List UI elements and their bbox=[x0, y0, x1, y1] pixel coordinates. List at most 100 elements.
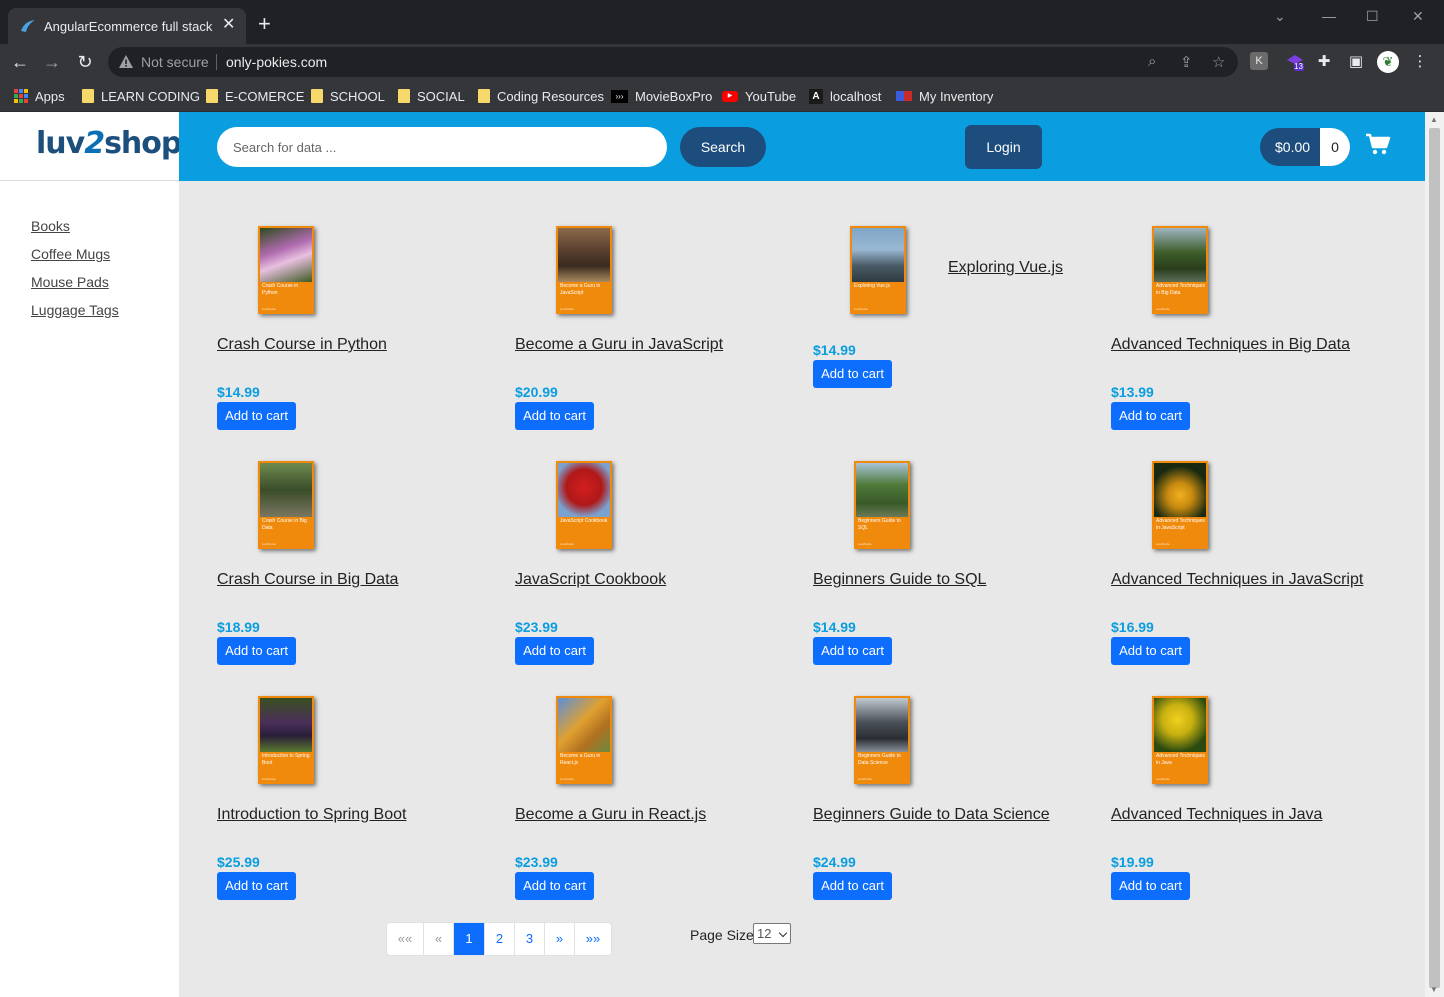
book-cover-image[interactable]: Become a Guru in React.js Luv2Code bbox=[556, 696, 612, 784]
book-cover-image[interactable]: Crash Course in Python Luv2Code bbox=[258, 226, 314, 314]
tab-search-icon[interactable]: ⌄ bbox=[1274, 8, 1286, 25]
tab-close-icon[interactable]: ✕ bbox=[222, 16, 235, 34]
extension-k-icon[interactable]: K bbox=[1250, 52, 1268, 70]
product-name-link[interactable]: Become a Guru in React.js bbox=[515, 806, 706, 824]
page-next[interactable]: » bbox=[545, 923, 575, 955]
page-first[interactable]: «« bbox=[387, 923, 424, 955]
minimize-icon[interactable]: — bbox=[1322, 8, 1336, 24]
scroll-thumb[interactable] bbox=[1429, 128, 1440, 988]
bookmark-my-inventory[interactable]: My Inventory bbox=[896, 87, 993, 105]
book-cover-image[interactable]: Introduction to Spring Boot Luv2Code bbox=[258, 696, 314, 784]
add-to-cart-button[interactable]: Add to cart bbox=[1111, 402, 1190, 430]
product-name-link[interactable]: Crash Course in Big Data bbox=[217, 571, 398, 589]
add-to-cart-button[interactable]: Add to cart bbox=[813, 637, 892, 665]
add-to-cart-button[interactable]: Add to cart bbox=[217, 637, 296, 665]
chrome-menu-icon[interactable]: ⋮ bbox=[1410, 52, 1430, 72]
add-to-cart-button[interactable]: Add to cart bbox=[515, 402, 594, 430]
bookmark-youtube[interactable]: ▶ YouTube bbox=[722, 87, 796, 105]
cover-author: Luv2Code bbox=[560, 777, 574, 781]
cover-photo bbox=[558, 463, 610, 517]
cover-title: Beginners Guide to Data Science bbox=[858, 753, 901, 766]
book-cover-image[interactable]: Beginners Guide to Data Science Luv2Code bbox=[854, 696, 910, 784]
page-size-select[interactable]: 12 bbox=[753, 923, 791, 944]
sidebar-item-mouse-pads[interactable]: Mouse Pads bbox=[31, 274, 119, 290]
luv2shop-logo[interactable]: luv2shop bbox=[36, 126, 182, 161]
page-1[interactable]: 1 bbox=[454, 923, 485, 955]
product-name-link[interactable]: Beginners Guide to Data Science bbox=[813, 806, 1050, 824]
side-panel-icon[interactable]: ▣ bbox=[1346, 52, 1366, 72]
address-bar[interactable]: Not secure only-pokies.com ⌕ ⇪ ☆ bbox=[108, 47, 1238, 77]
bookmark-learn-coding[interactable]: LEARN CODING bbox=[82, 87, 200, 105]
bookmark-social[interactable]: SOCIAL bbox=[398, 87, 465, 105]
cart-count[interactable]: 0 bbox=[1320, 128, 1350, 166]
back-icon[interactable]: ← bbox=[8, 50, 32, 74]
sidebar-item-coffee-mugs[interactable]: Coffee Mugs bbox=[31, 246, 119, 262]
book-cover-image[interactable]: Become a Guru in JavaScript Luv2Code bbox=[556, 226, 612, 314]
bookmark-e-comerce[interactable]: E-COMERCE bbox=[206, 87, 304, 105]
product-name-link[interactable]: Become a Guru in JavaScript bbox=[515, 336, 723, 354]
profile-avatar[interactable]: ❦ bbox=[1377, 51, 1399, 73]
add-to-cart-button[interactable]: Add to cart bbox=[1111, 872, 1190, 900]
sidebar-item-books[interactable]: Books bbox=[31, 218, 119, 234]
security-label[interactable]: Not secure bbox=[141, 54, 209, 70]
product-name-link[interactable]: Advanced Techniques in JavaScript bbox=[1111, 571, 1363, 589]
add-to-cart-button[interactable]: Add to cart bbox=[217, 402, 296, 430]
book-cover-image[interactable]: Beginners Guide to SQL Luv2Code bbox=[854, 461, 910, 549]
scroll-up-icon[interactable]: ▲ bbox=[1430, 115, 1438, 124]
add-to-cart-button[interactable]: Add to cart bbox=[1111, 637, 1190, 665]
page-2[interactable]: 2 bbox=[485, 923, 515, 955]
app-header: Search Login $0.00 0 bbox=[179, 112, 1425, 181]
bookmark-coding-resources[interactable]: Coding Resources bbox=[478, 87, 604, 105]
url-text[interactable]: only-pokies.com bbox=[226, 54, 327, 70]
add-to-cart-button[interactable]: Add to cart bbox=[813, 360, 892, 388]
youtube-icon: ▶ bbox=[722, 90, 738, 102]
add-to-cart-button[interactable]: Add to cart bbox=[515, 637, 594, 665]
login-button[interactable]: Login bbox=[965, 125, 1042, 169]
product-name-link[interactable]: Exploring Vue.js bbox=[948, 259, 1063, 277]
scroll-down-icon[interactable]: ▼ bbox=[1430, 985, 1438, 994]
book-cover-image[interactable]: Advanced Techniques in Big Data Luv2Code bbox=[1152, 226, 1208, 314]
add-to-cart-button[interactable]: Add to cart bbox=[813, 872, 892, 900]
book-cover-image[interactable]: JavaScript Cookbook Luv2Code bbox=[556, 461, 612, 549]
new-tab-button[interactable]: + bbox=[258, 13, 271, 35]
zoom-icon[interactable]: ⌕ bbox=[1148, 53, 1156, 70]
search-button[interactable]: Search bbox=[680, 127, 766, 167]
book-cover-image[interactable]: Exploring Vue.js Luv2Code bbox=[850, 226, 906, 314]
book-cover-image[interactable]: Crash Course in Big Data Luv2Code bbox=[258, 461, 314, 549]
maximize-icon[interactable]: ☐ bbox=[1366, 8, 1379, 25]
product-name-link[interactable]: Crash Course in Python bbox=[217, 336, 387, 354]
window-close-icon[interactable]: ✕ bbox=[1412, 8, 1424, 25]
reload-icon[interactable]: ↻ bbox=[73, 50, 97, 74]
product-name-link[interactable]: Advanced Techniques in Big Data bbox=[1111, 336, 1350, 354]
shopping-cart-icon[interactable] bbox=[1365, 132, 1391, 156]
product-price: $18.99 bbox=[217, 619, 260, 635]
book-cover-image[interactable]: Advanced Techniques in JavaScript Luv2Cod… bbox=[1152, 461, 1208, 549]
product-name-link[interactable]: JavaScript Cookbook bbox=[515, 571, 666, 589]
product-name-link[interactable]: Advanced Techniques in Java bbox=[1111, 806, 1322, 824]
add-to-cart-button[interactable]: Add to cart bbox=[515, 872, 594, 900]
sidebar-item-luggage-tags[interactable]: Luggage Tags bbox=[31, 302, 119, 318]
page-prev[interactable]: « bbox=[424, 923, 454, 955]
bookmark-school[interactable]: SCHOOL bbox=[311, 87, 385, 105]
bookmark-apps[interactable]: Apps bbox=[14, 87, 65, 105]
browser-tab[interactable]: AngularEcommerce full stack ✕ bbox=[8, 8, 246, 44]
book-cover-image[interactable]: Advanced Techniques in Java Luv2Code bbox=[1152, 696, 1208, 784]
extensions-puzzle-icon[interactable]: ✚ bbox=[1314, 52, 1334, 72]
cover-author: Luv2Code bbox=[858, 542, 872, 546]
page-scrollbar[interactable]: ▲ ▼ bbox=[1425, 112, 1444, 997]
forward-icon[interactable]: → bbox=[40, 50, 64, 74]
bookmark-star-icon[interactable]: ☆ bbox=[1212, 53, 1225, 71]
add-to-cart-button[interactable]: Add to cart bbox=[217, 872, 296, 900]
bookmark-moviebox[interactable]: ››› MovieBoxPro bbox=[611, 87, 712, 105]
cover-title: Beginners Guide to SQL bbox=[858, 518, 901, 531]
product-name-link[interactable]: Beginners Guide to SQL bbox=[813, 571, 986, 589]
page-3[interactable]: 3 bbox=[515, 923, 545, 955]
extension-hat-icon[interactable]: 13 bbox=[1285, 52, 1305, 72]
search-input[interactable] bbox=[217, 127, 667, 167]
bookmark-localhost[interactable]: Alocalhost bbox=[809, 87, 881, 105]
share-icon[interactable]: ⇪ bbox=[1180, 53, 1193, 71]
cover-title: Advanced Techniques in Big Data bbox=[1156, 283, 1205, 296]
page-last[interactable]: »» bbox=[575, 923, 611, 955]
product-name-link[interactable]: Introduction to Spring Boot bbox=[217, 806, 406, 824]
product-price: $19.99 bbox=[1111, 854, 1154, 870]
